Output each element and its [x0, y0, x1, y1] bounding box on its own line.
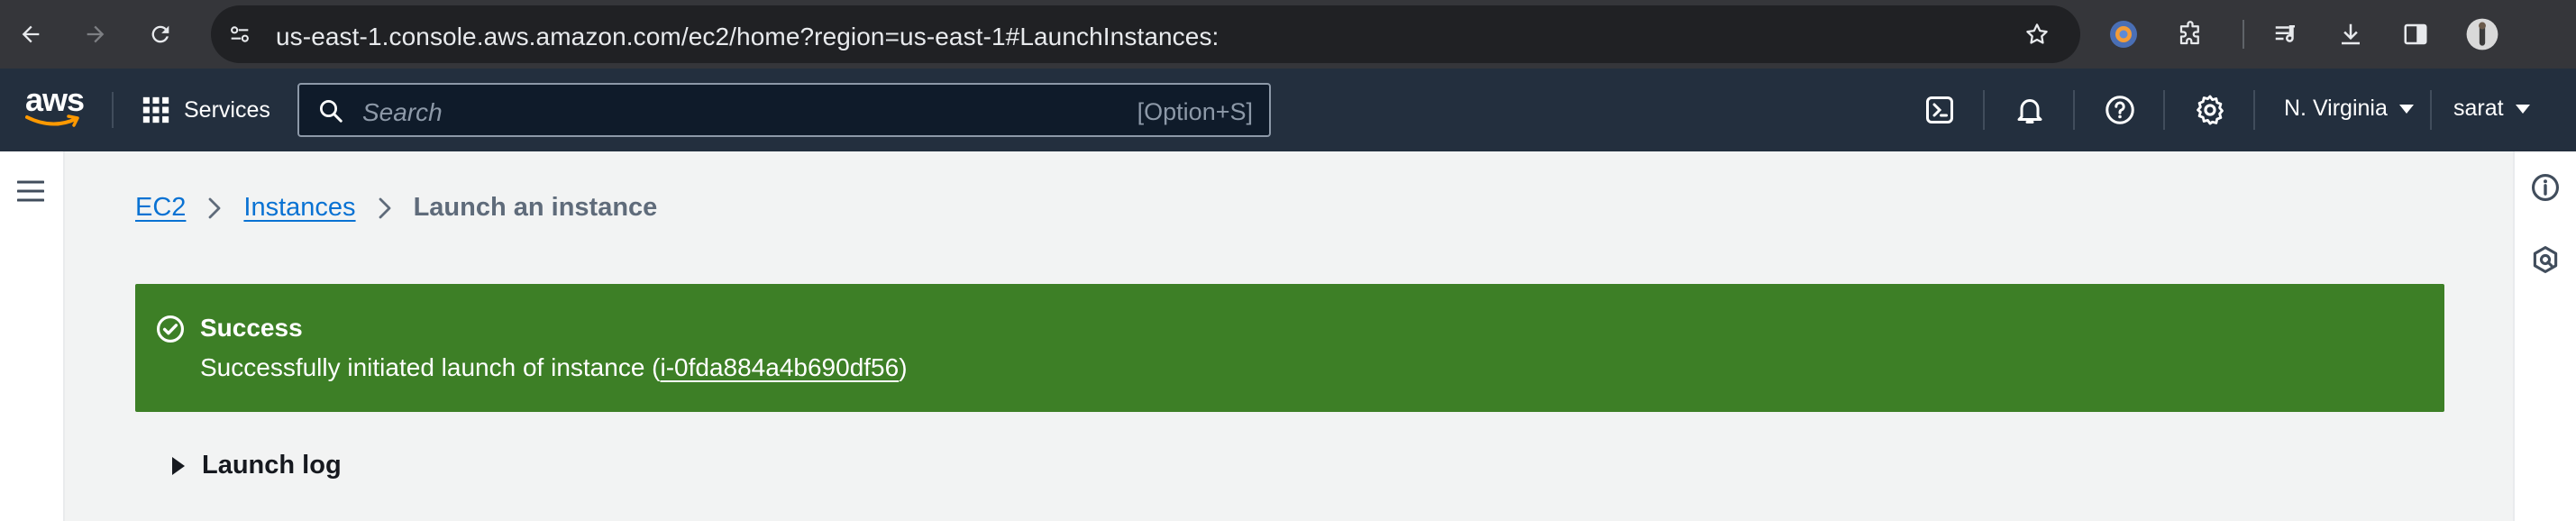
user-label: sarat	[2453, 96, 2504, 121]
search-input[interactable]: Search [Option+S]	[297, 83, 1271, 137]
back-arrow-icon	[22, 25, 40, 43]
hamburger-menu-icon	[17, 180, 44, 202]
breadcrumb-link-ec2[interactable]: EC2	[135, 193, 186, 223]
aws-logo[interactable]: aws	[23, 81, 85, 135]
nav-divider	[2163, 90, 2165, 130]
search-shortcut-hint: [Option+S]	[1137, 98, 1253, 125]
profile-avatar[interactable]	[2464, 16, 2500, 52]
forward-button[interactable]	[78, 16, 114, 52]
flash-message-suffix: )	[899, 353, 908, 381]
bookmark-star-icon[interactable]	[2023, 20, 2051, 49]
launch-log-expander[interactable]: Launch log	[171, 451, 342, 480]
back-button[interactable]	[13, 16, 49, 52]
help-button[interactable]	[2100, 90, 2140, 130]
info-icon	[2531, 173, 2560, 202]
caret-down-icon	[2398, 104, 2414, 114]
search-placeholder: Search	[362, 98, 443, 126]
settings-button[interactable]	[2190, 90, 2230, 130]
grid-icon	[142, 96, 169, 123]
nav-divider	[1983, 90, 1985, 130]
caret-right-icon	[172, 456, 185, 475]
toolbar-divider	[2243, 20, 2244, 49]
downloads-icon[interactable]	[2333, 16, 2369, 52]
aws-smile-icon	[25, 114, 79, 127]
right-tools-panel	[2513, 151, 2576, 521]
help-icon	[2106, 96, 2134, 124]
breadcrumb-link-instances[interactable]: Instances	[243, 193, 355, 223]
menu-toggle-button[interactable]	[13, 173, 49, 209]
chevron-right-icon	[378, 196, 392, 221]
address-bar[interactable]: us-east-1.console.aws.amazon.com/ec2/hom…	[211, 5, 2080, 63]
success-flash-banner: Success Successfully initiated launch of…	[135, 284, 2444, 412]
amazon-q-icon	[2533, 245, 2558, 274]
instance-id-link[interactable]: i-0fda884a4b690df56	[661, 353, 900, 381]
media-control-icon[interactable]	[2268, 16, 2304, 52]
amazon-q-button[interactable]	[2527, 242, 2563, 278]
flash-title: Success	[200, 314, 303, 342]
flash-message: Successfully initiated launch of instanc…	[200, 353, 908, 382]
bell-icon	[2017, 99, 2042, 123]
nav-divider	[112, 92, 114, 128]
url-text: us-east-1.console.aws.amazon.com/ec2/hom…	[276, 23, 1219, 50]
breadcrumb-current-page: Launch an instance	[413, 193, 658, 222]
services-label: Services	[184, 96, 270, 123]
check-circle-icon	[155, 314, 186, 349]
chevron-right-icon	[207, 196, 222, 221]
region-label: N. Virginia	[2284, 96, 2388, 121]
extension-icon[interactable]	[2106, 16, 2142, 52]
notifications-button[interactable]	[2010, 90, 2050, 130]
info-panel-button[interactable]	[2527, 169, 2563, 206]
reload-button[interactable]	[142, 16, 178, 52]
cloudshell-icon	[1926, 96, 1953, 123]
services-menu-button[interactable]: Services	[141, 92, 270, 128]
browser-toolbar: us-east-1.console.aws.amazon.com/ec2/hom…	[0, 0, 2576, 69]
forward-arrow-icon	[87, 25, 105, 43]
breadcrumb: EC2 Instances Launch an instance	[135, 193, 657, 223]
reload-icon	[151, 25, 169, 43]
aws-console-header: aws Services Search [Option+S] N. Virgin…	[0, 69, 2576, 151]
caret-down-icon	[2515, 104, 2530, 114]
gear-icon	[2197, 95, 2224, 125]
flash-message-prefix: Successfully initiated launch of instanc…	[200, 353, 661, 381]
account-menu[interactable]: sarat	[2453, 96, 2531, 122]
extensions-puzzle-icon[interactable]	[2172, 16, 2208, 52]
site-info-icon[interactable]	[225, 20, 254, 49]
cloudshell-button[interactable]	[1920, 90, 1959, 130]
region-selector[interactable]: N. Virginia	[2284, 96, 2415, 122]
search-icon	[320, 100, 343, 123]
launch-log-label: Launch log	[202, 451, 342, 480]
nav-divider	[2253, 90, 2255, 130]
nav-divider	[2430, 90, 2432, 130]
side-panel-icon[interactable]	[2398, 16, 2434, 52]
nav-divider	[2073, 90, 2075, 130]
left-navigation-panel	[0, 151, 65, 521]
